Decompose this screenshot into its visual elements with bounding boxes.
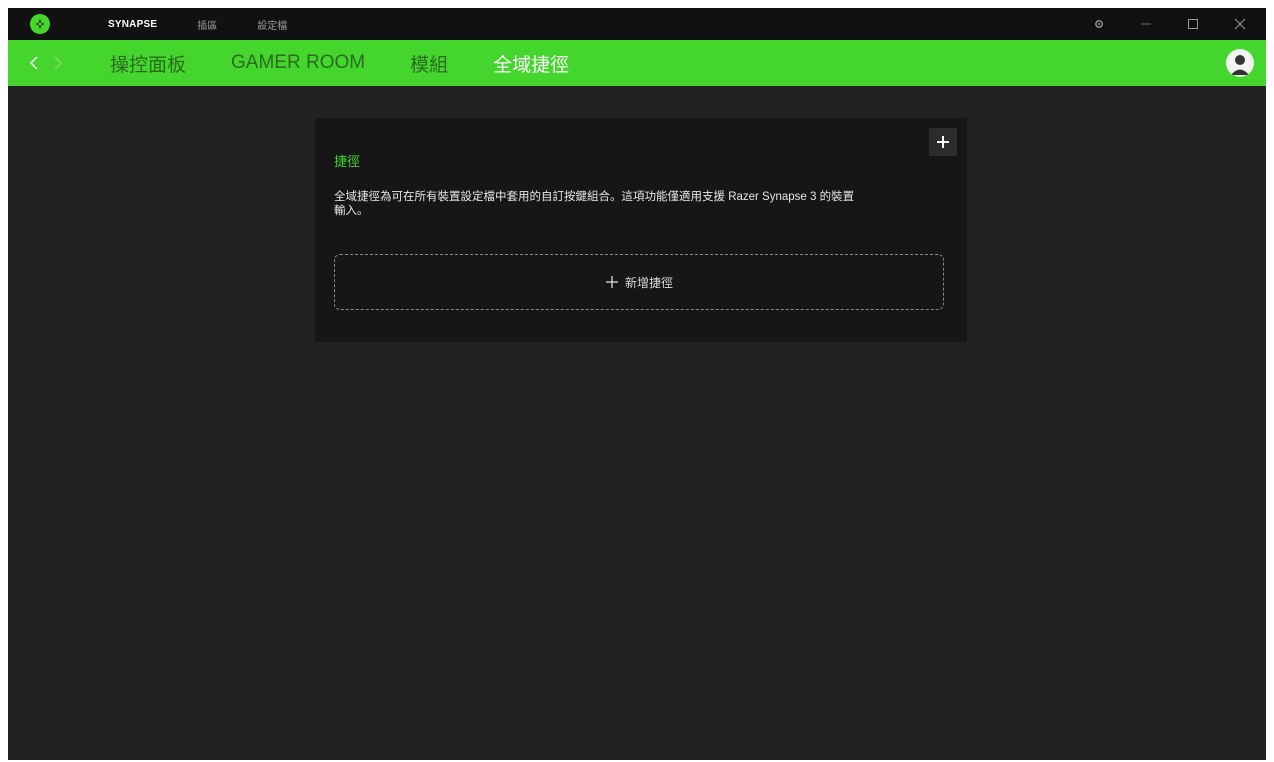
user-avatar-icon[interactable] [1226,49,1254,77]
description-line-1: 全域捷徑為可在所有裝置設定檔中套用的自訂按鍵組合。這項功能僅適用支援 Razer… [334,191,855,203]
menu-synapse[interactable]: SYNAPSE [108,19,157,30]
description-line-2: 輸入。 [334,205,369,217]
maximize-icon[interactable] [1177,8,1209,40]
nav-arrows [22,40,70,86]
menu-plugins[interactable]: 插區 [197,17,217,32]
new-shortcut-button[interactable]: 新增捷徑 [334,254,944,310]
add-shortcut-button[interactable] [929,128,957,156]
title-bar: SYNAPSE 插區 設定檔 [8,8,1266,40]
top-menu: SYNAPSE 插區 設定檔 [108,8,327,40]
chevron-right-icon[interactable] [46,40,70,86]
tab-gamer-room[interactable]: GAMER ROOM [231,52,365,74]
plus-icon [605,276,618,288]
new-shortcut-label: 新增捷徑 [624,275,673,290]
nav-bar: 操控面板 GAMER ROOM 模組 全域捷徑 [8,40,1266,86]
card-description: 全域捷徑為可在所有裝置設定檔中套用的自訂按鍵組合。這項功能僅適用支援 Razer… [334,190,946,218]
menu-profiles[interactable]: 設定檔 [257,17,287,32]
window-controls [1068,8,1256,40]
razer-logo-icon[interactable] [30,14,50,34]
gear-icon[interactable] [1083,8,1115,40]
tab-dashboard[interactable]: 操控面板 [110,50,186,77]
tab-global-shortcuts[interactable]: 全域捷徑 [493,50,569,77]
plus-icon [937,136,949,148]
app-window: SYNAPSE 插區 設定檔 操控面板 GAMER ROOM 模組 全域捷徑 捷… [8,8,1266,760]
chevron-left-icon[interactable] [22,40,46,86]
close-icon[interactable] [1224,8,1256,40]
shortcuts-card: 捷徑 全域捷徑為可在所有裝置設定檔中套用的自訂按鍵組合。這項功能僅適用支援 Ra… [315,118,967,342]
main-tabs: 操控面板 GAMER ROOM 模組 全域捷徑 [110,40,614,86]
minimize-icon[interactable] [1130,8,1162,40]
card-title: 捷徑 [334,154,361,169]
tab-modules[interactable]: 模組 [410,50,448,77]
